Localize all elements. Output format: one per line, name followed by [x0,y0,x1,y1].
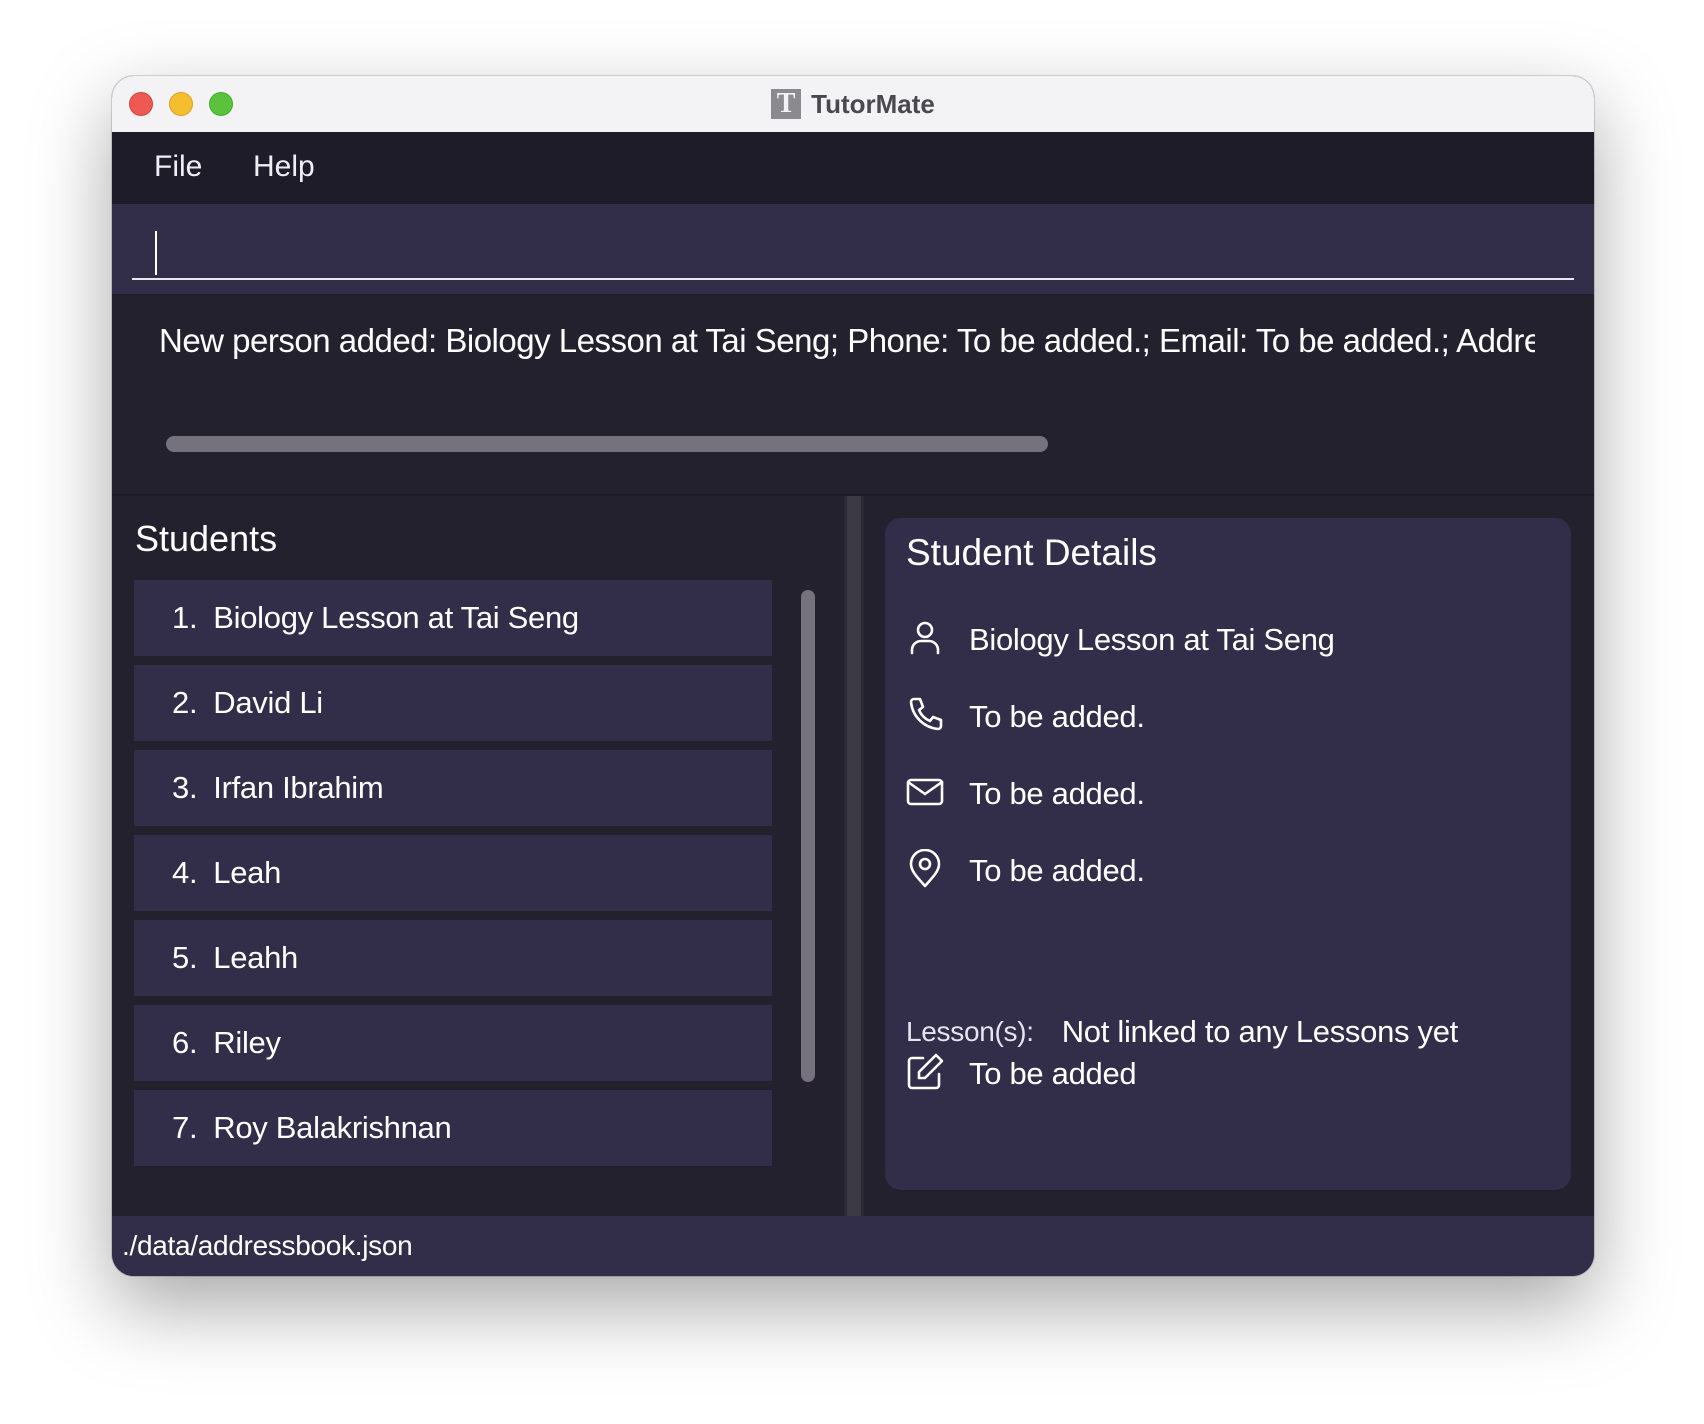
text-caret [155,231,157,275]
student-name: David Li [213,685,323,720]
person-icon [905,618,945,663]
detail-address: To be added. [969,853,1145,888]
student-index: 7. [172,1110,198,1145]
location-pin-icon [905,848,945,894]
command-box [112,204,1594,294]
detail-phone-row: To be added. [905,693,1145,741]
student-index: 1. [172,600,198,635]
app-window: T TutorMate File Help New person added: … [112,76,1594,1276]
detail-name: Biology Lesson at Tai Seng [969,622,1335,657]
detail-email-row: To be added. [905,770,1145,818]
lessons-value: Not linked to any Lessons yet [1061,1014,1459,1049]
student-name: Leahh [213,940,298,975]
student-list-item[interactable]: 1. Biology Lesson at Tai Seng [134,580,772,656]
student-index: 3. [172,770,198,805]
student-details-card: Student Details Biology Lesson at Tai Se… [885,518,1571,1190]
students-panel-title: Students [135,518,278,559]
details-panel-title: Student Details [906,532,1157,573]
student-index: 2. [172,685,198,720]
status-bar: ./data/addressbook.json [112,1216,1594,1276]
result-display: New person added: Biology Lesson at Tai … [112,294,1594,496]
student-name: Roy Balakrishnan [213,1110,452,1145]
student-name: Biology Lesson at Tai Seng [213,600,579,635]
detail-remark-row: To be added [905,1050,1137,1098]
title-bar: T TutorMate [112,76,1594,133]
student-name: Irfan Ibrahim [213,770,384,805]
result-horizontal-scrollbar[interactable] [166,436,1048,452]
student-list-item[interactable]: 4. Leah [134,835,772,911]
student-name: Leah [213,855,282,890]
student-index: 4. [172,855,198,890]
mail-icon [905,772,945,817]
detail-name-row: Biology Lesson at Tai Seng [905,616,1335,664]
detail-remark: To be added [969,1056,1137,1091]
app-icon: T [771,89,802,119]
student-list: 1. Biology Lesson at Tai Seng 2. David L… [134,580,772,1172]
window-title-group: T TutorMate [112,76,1594,132]
lessons-label: Lesson(s): [906,1016,1034,1047]
menu-file[interactable]: File [154,150,202,184]
save-file-path: ./data/addressbook.json [122,1230,413,1261]
student-list-item[interactable]: 6. Riley [134,1005,772,1081]
main-area: Students 1. Biology Lesson at Tai Seng 2… [112,496,1594,1216]
detail-email: To be added. [969,776,1145,811]
window-title: TutorMate [811,88,935,119]
menu-help[interactable]: Help [253,150,315,184]
student-index: 5. [172,940,198,975]
detail-address-row: To be added. [905,847,1145,895]
student-list-item[interactable]: 7. Roy Balakrishnan [134,1090,772,1166]
edit-icon [905,1052,945,1097]
student-index: 6. [172,1025,198,1060]
menu-bar: File Help [112,132,1594,204]
detail-phone: To be added. [969,699,1145,734]
command-input[interactable] [132,216,1574,280]
result-message: New person added: Biology Lesson at Tai … [159,322,1535,359]
student-list-item[interactable]: 5. Leahh [134,920,772,996]
student-list-scrollbar[interactable] [801,590,815,1082]
split-pane-divider[interactable] [844,496,864,1216]
phone-icon [905,695,945,740]
student-list-item[interactable]: 3. Irfan Ibrahim [134,750,772,826]
student-name: Riley [213,1025,281,1060]
student-list-item[interactable]: 2. David Li [134,665,772,741]
detail-lessons-row: Lesson(s): Not linked to any Lessons yet [906,1014,1458,1050]
